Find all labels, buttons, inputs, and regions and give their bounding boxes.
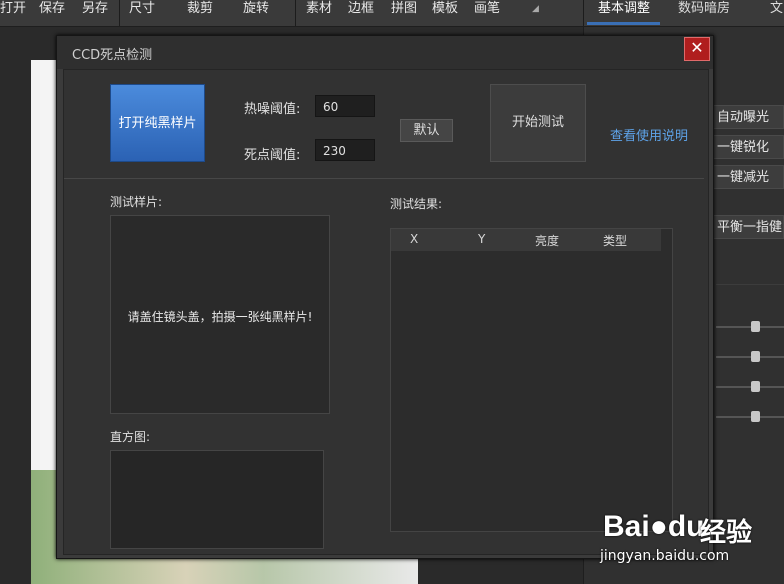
active-tab-indicator [587, 22, 660, 25]
paw-icon: ● [649, 510, 668, 543]
baidu-jingyan-watermark: Bai●du 经验 jingyan.baidu.com [600, 500, 784, 584]
slider-track[interactable] [716, 326, 784, 328]
slider-track[interactable] [716, 386, 784, 388]
watermark-cn: 经验 [700, 518, 753, 548]
main-toolbar: 打开 保存 另存 尺寸 裁剪 旋转 素材 边框 拼图 模板 画笔 ◢ 基本调整 … [0, 0, 784, 27]
toolbar-size-button[interactable]: 尺寸 [129, 0, 155, 26]
close-button[interactable]: ✕ [684, 37, 710, 61]
column-x[interactable]: X [410, 232, 418, 246]
toolbar-divider [119, 0, 120, 26]
toolbar-crop-button[interactable]: 裁剪 [187, 0, 213, 26]
balance-button[interactable]: 平衡一指健 [710, 215, 784, 239]
results-label: 测试结果: [390, 197, 443, 211]
slider-handle[interactable] [751, 321, 760, 332]
toolbar-collage-button[interactable]: 拼图 [391, 0, 417, 26]
dialog-title: CCD死点检测 [72, 48, 153, 63]
toolbar-open-button[interactable]: 打开 [0, 0, 26, 26]
watermark-brand-suffix: du [667, 510, 705, 543]
results-header: X Y 亮度 类型 [391, 229, 661, 251]
tab-more[interactable]: 文 [770, 0, 783, 22]
histogram-view [110, 450, 324, 549]
toolbar-template-button[interactable]: 模板 [432, 0, 458, 26]
slider-handle[interactable] [751, 381, 760, 392]
start-test-button[interactable]: 开始测试 [490, 84, 586, 162]
hot-noise-label: 热噪阈值: [244, 102, 301, 117]
open-black-sample-button[interactable]: 打开纯黑样片 [110, 84, 205, 162]
toolbar-rotate-button[interactable]: 旋转 [243, 0, 269, 26]
dead-pixel-input[interactable]: 230 [315, 139, 375, 161]
default-button[interactable]: 默认 [400, 119, 453, 142]
histogram-label: 直方图: [110, 430, 151, 444]
help-link[interactable]: 查看使用说明 [610, 125, 688, 144]
auto-exposure-button[interactable]: 自动曝光 [710, 105, 784, 129]
slider-handle[interactable] [751, 351, 760, 362]
one-click-reduce-light-button[interactable]: 一键减光 [710, 165, 784, 189]
column-brightness[interactable]: 亮度 [535, 232, 559, 249]
results-table[interactable]: X Y 亮度 类型 [390, 228, 673, 532]
column-y[interactable]: Y [478, 232, 485, 246]
slider-handle[interactable] [751, 411, 760, 422]
toolbar-divider [295, 0, 296, 26]
sample-hint: 请盖住镜头盖，拍摄一张纯黑样片! [127, 310, 313, 324]
dead-pixel-label: 死点阈值: [244, 148, 301, 163]
watermark-url: jingyan.baidu.com [600, 548, 730, 564]
tab-basic-adjust[interactable]: 基本调整 [598, 0, 650, 22]
column-type[interactable]: 类型 [603, 232, 627, 249]
slider-track[interactable] [716, 356, 784, 358]
toolbar-brush-button[interactable]: 画笔 [474, 0, 500, 26]
watermark-logo: Bai●du [603, 510, 704, 544]
toolbar-save-button[interactable]: 保存 [39, 0, 65, 26]
toolbar-more-icon[interactable]: ◢ [532, 4, 539, 14]
panel-divider [716, 284, 784, 285]
toolbar-material-button[interactable]: 素材 [306, 0, 332, 26]
slider-track[interactable] [716, 416, 784, 418]
dialog-divider [64, 178, 704, 179]
close-icon: ✕ [690, 38, 704, 57]
dialog-titlebar[interactable]: CCD死点检测 ✕ [57, 36, 713, 69]
watermark-brand: Bai [603, 510, 650, 543]
toolbar-border-button[interactable]: 边框 [348, 0, 374, 26]
one-click-sharpen-button[interactable]: 一键锐化 [710, 135, 784, 159]
tab-digital-darkroom[interactable]: 数码暗房 [678, 0, 730, 22]
sample-label: 测试样片: [110, 195, 163, 209]
toolbar-divider [583, 0, 584, 26]
hot-noise-input[interactable]: 60 [315, 95, 375, 117]
toolbar-saveas-button[interactable]: 另存 [82, 0, 108, 26]
sample-preview: 请盖住镜头盖，拍摄一张纯黑样片! [110, 215, 330, 414]
